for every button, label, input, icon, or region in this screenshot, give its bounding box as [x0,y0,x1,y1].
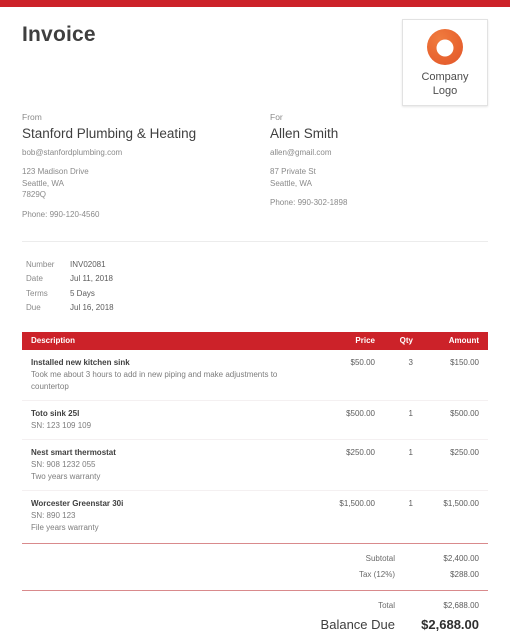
meta-row: Terms 5 Days [26,287,488,302]
meta-value-terms: 5 Days [70,288,95,298]
meta-key-terms: Terms [26,288,48,298]
for-block: For Allen Smith allen@gmail.com 87 Priva… [255,112,488,219]
invoice-content: Invoice Company Logo From Stanford Plumb… [0,7,510,637]
subtotal-row: Subtotal $2,400.00 [31,551,479,567]
from-address: 123 Madison Drive Seattle, WA 7829Q [22,166,255,201]
subtotal-value: $2,400.00 [443,553,479,563]
for-phone: Phone: 990-302-1898 [270,198,348,207]
column-header-qty: Qty [399,336,413,345]
table-row: Installed new kitchen sink Took me about… [22,350,488,401]
top-accent-bar [0,0,510,7]
for-address-line-1: 87 Private St [270,167,316,176]
from-block: From Stanford Plumbing & Heating bob@sta… [22,112,255,219]
for-address: 87 Private St Seattle, WA [270,166,488,189]
line-item-description: Installed new kitchen sink Took me about… [31,357,313,393]
totals-final-group: Total $2,688.00 Balance Due $2,688.00 [22,591,488,636]
column-header-description: Description [31,336,76,345]
meta-value-date: Jul 11, 2018 [70,274,113,283]
from-label: From [22,112,42,122]
from-address-line-2: Seattle, WA [22,178,64,188]
line-item-price: $1,500.00 [339,498,375,508]
logo-line-2: Logo [432,85,458,97]
total-row: Total $2,688.00 [31,598,479,614]
from-address-line-1: 123 Madison Drive [22,167,89,176]
line-item-amount: $150.00 [450,357,479,367]
total-label: Total [378,600,395,610]
meta-row: Number INV02081 [26,258,488,273]
from-name: Stanford Plumbing & Heating [22,126,197,141]
total-value: $2,688.00 [443,600,479,610]
logo-line-1: Company [421,71,469,83]
meta-key-date: Date [26,274,43,283]
tax-row: Tax (12%) $288.00 [31,567,479,583]
invoice-header: Invoice Company Logo [22,7,488,112]
for-name: Allen Smith [270,126,339,141]
tax-label: Tax (12%) [358,569,395,579]
line-item-qty: 1 [408,498,413,508]
meta-row: Due Jul 16, 2018 [26,301,488,316]
line-item-amount: $250.00 [450,447,479,457]
line-item-qty: 3 [408,357,413,367]
column-header-amount: Amount [448,336,479,345]
meta-value-number: INV02081 [70,259,106,269]
meta-key-number: Number [26,259,55,269]
line-item-description: Nest smart thermostat SN: 908 1232 055 T… [31,447,313,483]
for-label: For [270,112,283,122]
line-item-price: $250.00 [346,447,375,457]
from-email: bob@stanfordplumbing.com [22,148,123,157]
meta-value-due: Jul 16, 2018 [70,303,114,312]
meta-row: Date Jul 11, 2018 [26,272,488,287]
parties-section: From Stanford Plumbing & Heating bob@sta… [22,112,488,233]
line-item-qty: 1 [408,408,413,418]
for-email: allen@gmail.com [270,148,332,157]
for-address-line-2: Seattle, WA [270,178,312,188]
line-item-subtitle: SN: 890 123 [31,510,76,520]
balance-due-value: $2,688.00 [421,616,479,632]
table-row: Nest smart thermostat SN: 908 1232 055 T… [22,440,488,491]
table-row: Toto sink 25l SN: 123 109 109 $500.00 1 … [22,401,488,440]
orange-ring-logo-icon [427,29,463,65]
line-item-description: Worcester Greenstar 30i SN: 890 123 File… [31,498,313,534]
line-item-price: $500.00 [346,408,375,418]
line-item-title: Worcester Greenstar 30i [31,498,124,508]
line-item-price: $50.00 [350,357,375,367]
line-item-title: Installed new kitchen sink [31,357,130,367]
line-item-amount: $500.00 [450,408,479,418]
line-item-subtitle-2: File years warranty [31,522,99,532]
table-row: Worcester Greenstar 30i SN: 890 123 File… [22,491,488,541]
invoice-meta: Number INV02081 Date Jul 11, 2018 Terms … [22,242,488,332]
subtotal-label: Subtotal [365,553,395,563]
line-items-table: Description Price Qty Amount Installed n… [22,331,488,541]
invoice-page: Invoice Company Logo From Stanford Plumb… [0,0,510,637]
totals-subtotal-group: Subtotal $2,400.00 Tax (12%) $288.00 [22,544,488,588]
from-phone: Phone: 990-120-4560 [22,209,100,219]
table-header-row: Description Price Qty Amount [22,331,488,350]
line-item-description: Toto sink 25l SN: 123 109 109 [31,408,313,432]
tax-value: $288.00 [450,569,479,579]
line-item-title: Nest smart thermostat [31,447,116,457]
company-logo-box: Company Logo [402,19,488,106]
line-item-subtitle-2: Two years warranty [31,471,101,481]
balance-due-row: Balance Due $2,688.00 [31,614,479,636]
line-item-title: Toto sink 25l [31,408,80,418]
line-item-subtitle: Took me about 3 hours to add in new pipi… [31,369,278,391]
line-item-qty: 1 [408,447,413,457]
column-header-price: Price [355,336,375,345]
line-item-amount: $1,500.00 [443,498,479,508]
line-item-subtitle: SN: 908 1232 055 [31,459,96,469]
meta-key-due: Due [26,303,41,312]
balance-due-label: Balance Due [320,616,395,632]
line-item-subtitle: SN: 123 109 109 [31,420,92,430]
from-address-line-3: 7829Q [22,190,47,199]
